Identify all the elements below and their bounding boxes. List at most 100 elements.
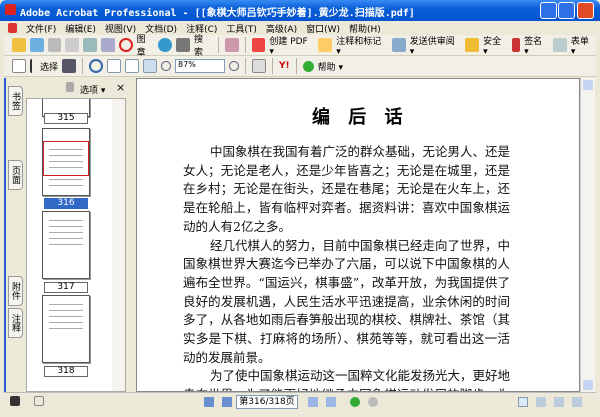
close-button[interactable] xyxy=(577,2,594,19)
binoculars-icon xyxy=(176,38,190,52)
security-button[interactable]: 安全 ▾ xyxy=(483,34,508,57)
help-button[interactable]: 帮助 ▾ xyxy=(318,60,343,73)
help-icon xyxy=(302,60,314,72)
rotate-icon[interactable] xyxy=(252,59,267,73)
select-tool-button[interactable]: 选择 xyxy=(40,60,58,73)
text-line: 中国象棋在我国有着广泛的群众基础，无论男人、还是 xyxy=(210,144,511,159)
text-line: 多了，从各地如雨后春笋般出现的棋校、棋牌社、茶馆（其 xyxy=(183,312,510,328)
page-number-field[interactable]: 第316/318页 xyxy=(236,395,298,409)
text-line: 动的人有2亿之多。 xyxy=(183,218,291,234)
send-review-button[interactable]: 发送供审阅 ▾ xyxy=(410,34,462,57)
last-page-icon[interactable] xyxy=(326,397,336,407)
thumbnail-318[interactable] xyxy=(42,295,90,363)
lock-icon xyxy=(465,38,480,52)
thumbnail-scrollbar[interactable] xyxy=(112,99,125,391)
title-bar: Adobe Acrobat Professional - [[象棋大师吕钦巧手妙… xyxy=(0,0,600,21)
search-button[interactable]: 搜索 xyxy=(194,32,212,58)
maximize-button[interactable] xyxy=(558,2,575,19)
previous-page-icon[interactable] xyxy=(222,397,232,407)
zoom-input[interactable]: 87% xyxy=(175,59,226,73)
actual-size-icon[interactable] xyxy=(107,59,122,73)
forms-button[interactable]: 表单 ▾ xyxy=(571,34,596,57)
organizer-icon[interactable] xyxy=(29,38,44,52)
document-view: 编 后 话 中国象棋在我国有着广泛的群众基础，无论男人、还是女人；无论是老人，还… xyxy=(136,78,580,392)
menu-view[interactable]: 视图(V) xyxy=(105,22,136,35)
first-page-icon[interactable] xyxy=(204,397,214,407)
continuous-facing-icon[interactable] xyxy=(572,397,582,407)
scroll-up-icon[interactable] xyxy=(583,80,593,90)
text-line: 实多是下棋、打麻将的场所）、棋苑等等，就可看出这一活 xyxy=(183,331,510,346)
text-line: 经几代棋人的努力，目前中国象棋已经走向了世界，中 xyxy=(210,237,511,253)
menu-tools[interactable]: 工具(T) xyxy=(226,22,257,35)
tab-comments[interactable]: 注释 xyxy=(8,308,23,338)
text-line: 国象棋世界大赛迄今已举办了六届，可以说下中国象棋的人 xyxy=(183,256,510,272)
sign-button[interactable]: 签名 ▾ xyxy=(524,34,549,57)
yahoo-icon[interactable]: Y! xyxy=(279,61,290,71)
attach-icon[interactable] xyxy=(100,38,115,52)
pen-icon xyxy=(512,38,521,52)
next-page-icon[interactable] xyxy=(308,397,318,407)
snapshot-icon[interactable] xyxy=(62,59,77,73)
options-button[interactable]: 选项 ▾ xyxy=(80,83,105,96)
minimize-button[interactable] xyxy=(540,2,557,19)
text-line: 为了使中国象棋运动这一国粹文化能发扬光大，更好地 xyxy=(210,368,511,384)
trash-icon[interactable] xyxy=(66,82,74,92)
page-thumbnails: 315 316 317 318 xyxy=(26,98,126,392)
tab-bookmarks[interactable]: 书签 xyxy=(8,86,23,116)
comment-icon xyxy=(318,38,333,52)
facing-icon[interactable] xyxy=(554,397,564,407)
single-page-icon[interactable] xyxy=(518,397,528,407)
stamp-icon xyxy=(118,38,133,52)
print-icon[interactable] xyxy=(65,38,80,52)
page-label: 317 xyxy=(44,282,88,293)
page-options-icon[interactable] xyxy=(34,396,44,406)
tab-pages[interactable]: 页面 xyxy=(8,160,23,190)
menu-file[interactable]: 文件(F) xyxy=(26,22,56,35)
text-line: 女人；无论是老人，还是少年皆喜之；无论是在城里，还是 xyxy=(183,162,510,178)
tab-attachments[interactable]: 附件 xyxy=(8,276,23,306)
continuous-icon[interactable] xyxy=(536,397,546,407)
text-line: 走向世界，为了能更好地继承中国象棋运动发展的脚步，为 xyxy=(183,384,510,391)
next-view-icon[interactable] xyxy=(368,397,378,407)
previous-view-icon[interactable] xyxy=(350,397,360,407)
save-icon[interactable] xyxy=(47,38,62,52)
navigation-panel: 书签 页面 附件 注释 选项 ▾ × 315 316 317 318 xyxy=(4,78,132,392)
fit-page-icon[interactable] xyxy=(125,59,140,73)
text-line: 良好的发展机遇，人民生活水平迅速提高，业余休闲的时间 xyxy=(183,293,510,309)
fit-width-icon[interactable] xyxy=(143,59,158,73)
open-icon[interactable] xyxy=(12,38,26,52)
hand-tool-icon[interactable] xyxy=(12,59,26,73)
toolbar-view: 选择 87% Y! 帮助 ▾ xyxy=(4,56,596,77)
zoom-in-tool-icon[interactable] xyxy=(89,59,104,73)
zoom-in-icon[interactable] xyxy=(229,61,240,71)
text-line: 是在轮船上，皆有临枰对弈者。据资料讲：喜欢中国象棋运 xyxy=(183,200,510,216)
status-bar: 第316/318页 xyxy=(4,392,596,410)
toolbar-main: 图章 搜索 创建 PDF ▾ 注释和标记 ▾ 发送供审阅 ▾ 安全 ▾ 签名 ▾… xyxy=(4,32,596,58)
window-title: Adobe Acrobat Professional - [[象棋大师吕钦巧手妙… xyxy=(20,8,415,19)
page-heading: 编 后 话 xyxy=(312,107,409,128)
panel-close-button[interactable]: × xyxy=(116,81,125,94)
review-icon xyxy=(391,38,406,52)
text-line: 遍布全世界。“国运兴，棋事盛”，改革开放，为我国提供了 xyxy=(183,274,510,290)
email-icon[interactable] xyxy=(83,38,97,52)
picture-tasks-icon[interactable] xyxy=(224,38,239,52)
create-pdf-button[interactable]: 创建 PDF ▾ xyxy=(269,34,314,57)
panel-toggle-icon[interactable] xyxy=(10,396,20,406)
thumbnail-316[interactable] xyxy=(42,128,90,196)
view-rectangle[interactable] xyxy=(43,141,89,176)
pdf-icon xyxy=(8,23,17,33)
text-line: 动的发展前景。 xyxy=(183,349,271,365)
menu-edit[interactable]: 编辑(E) xyxy=(65,22,96,35)
zoom-out-icon[interactable] xyxy=(161,61,172,71)
thumbnail-317[interactable] xyxy=(42,211,90,279)
web-icon[interactable] xyxy=(158,38,173,52)
forms-icon xyxy=(553,38,567,52)
page-label: 318 xyxy=(44,366,88,377)
scroll-down-icon[interactable] xyxy=(583,380,593,390)
stamp-button[interactable]: 图章 xyxy=(137,32,155,58)
create-pdf-icon xyxy=(251,38,266,52)
page-label: 316 xyxy=(44,198,88,209)
vertical-scrollbar[interactable] xyxy=(580,78,595,392)
text-line: 在乡村；无论是在街头，还是在巷尾；无论是在火车上，还 xyxy=(183,181,510,197)
comment-markup-button[interactable]: 注释和标记 ▾ xyxy=(336,34,388,57)
